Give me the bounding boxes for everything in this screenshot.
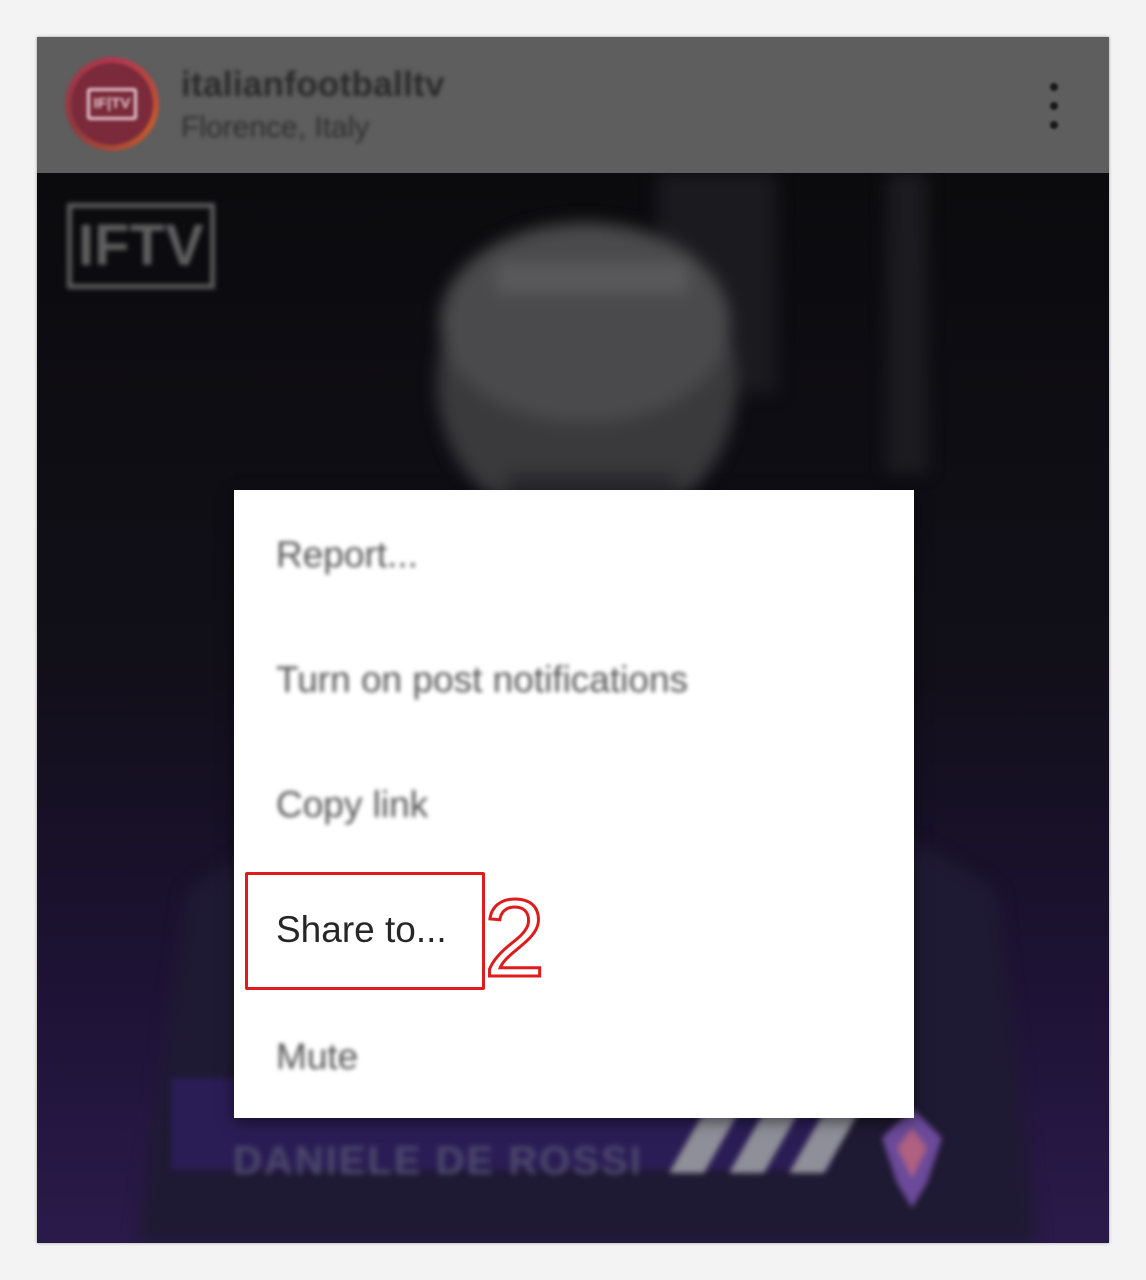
menu-item-mute[interactable]: Mute	[234, 997, 914, 1117]
step-number-text: 2	[484, 880, 545, 990]
post-options-menu: Report... Turn on post notifications Cop…	[234, 490, 914, 1118]
profile-avatar[interactable]: IF|TV	[65, 57, 159, 151]
menu-item-copy-link[interactable]: Copy link	[234, 745, 914, 865]
avatar-logo-icon: IF|TV	[87, 88, 137, 120]
step-number-annotation: 2	[483, 880, 547, 990]
more-vertical-icon[interactable]	[1047, 83, 1061, 129]
location-link[interactable]: Florence, Italy	[181, 111, 369, 145]
menu-item-label: Mute	[276, 1036, 359, 1077]
player-name-text: DANIELE DE ROSSI	[233, 1139, 643, 1183]
menu-item-label: Copy link	[276, 784, 429, 825]
club-crest-icon	[882, 1108, 942, 1208]
avatar-image: IF|TV	[71, 63, 153, 145]
menu-item-label: Turn on post notifications	[276, 659, 689, 700]
menu-item-post-notifications[interactable]: Turn on post notifications	[234, 620, 914, 740]
iftv-logo: IFTV	[67, 203, 215, 289]
menu-item-label: Report...	[276, 534, 418, 575]
dot-icon	[1050, 102, 1058, 110]
post-header: IF|TV italianfootballtv Florence, Italy	[37, 37, 1109, 173]
menu-item-report[interactable]: Report...	[234, 495, 914, 615]
dot-icon	[1050, 121, 1058, 129]
username-link[interactable]: italianfootballtv	[181, 65, 445, 105]
highlight-annotation	[245, 872, 485, 990]
dot-icon	[1050, 83, 1058, 91]
